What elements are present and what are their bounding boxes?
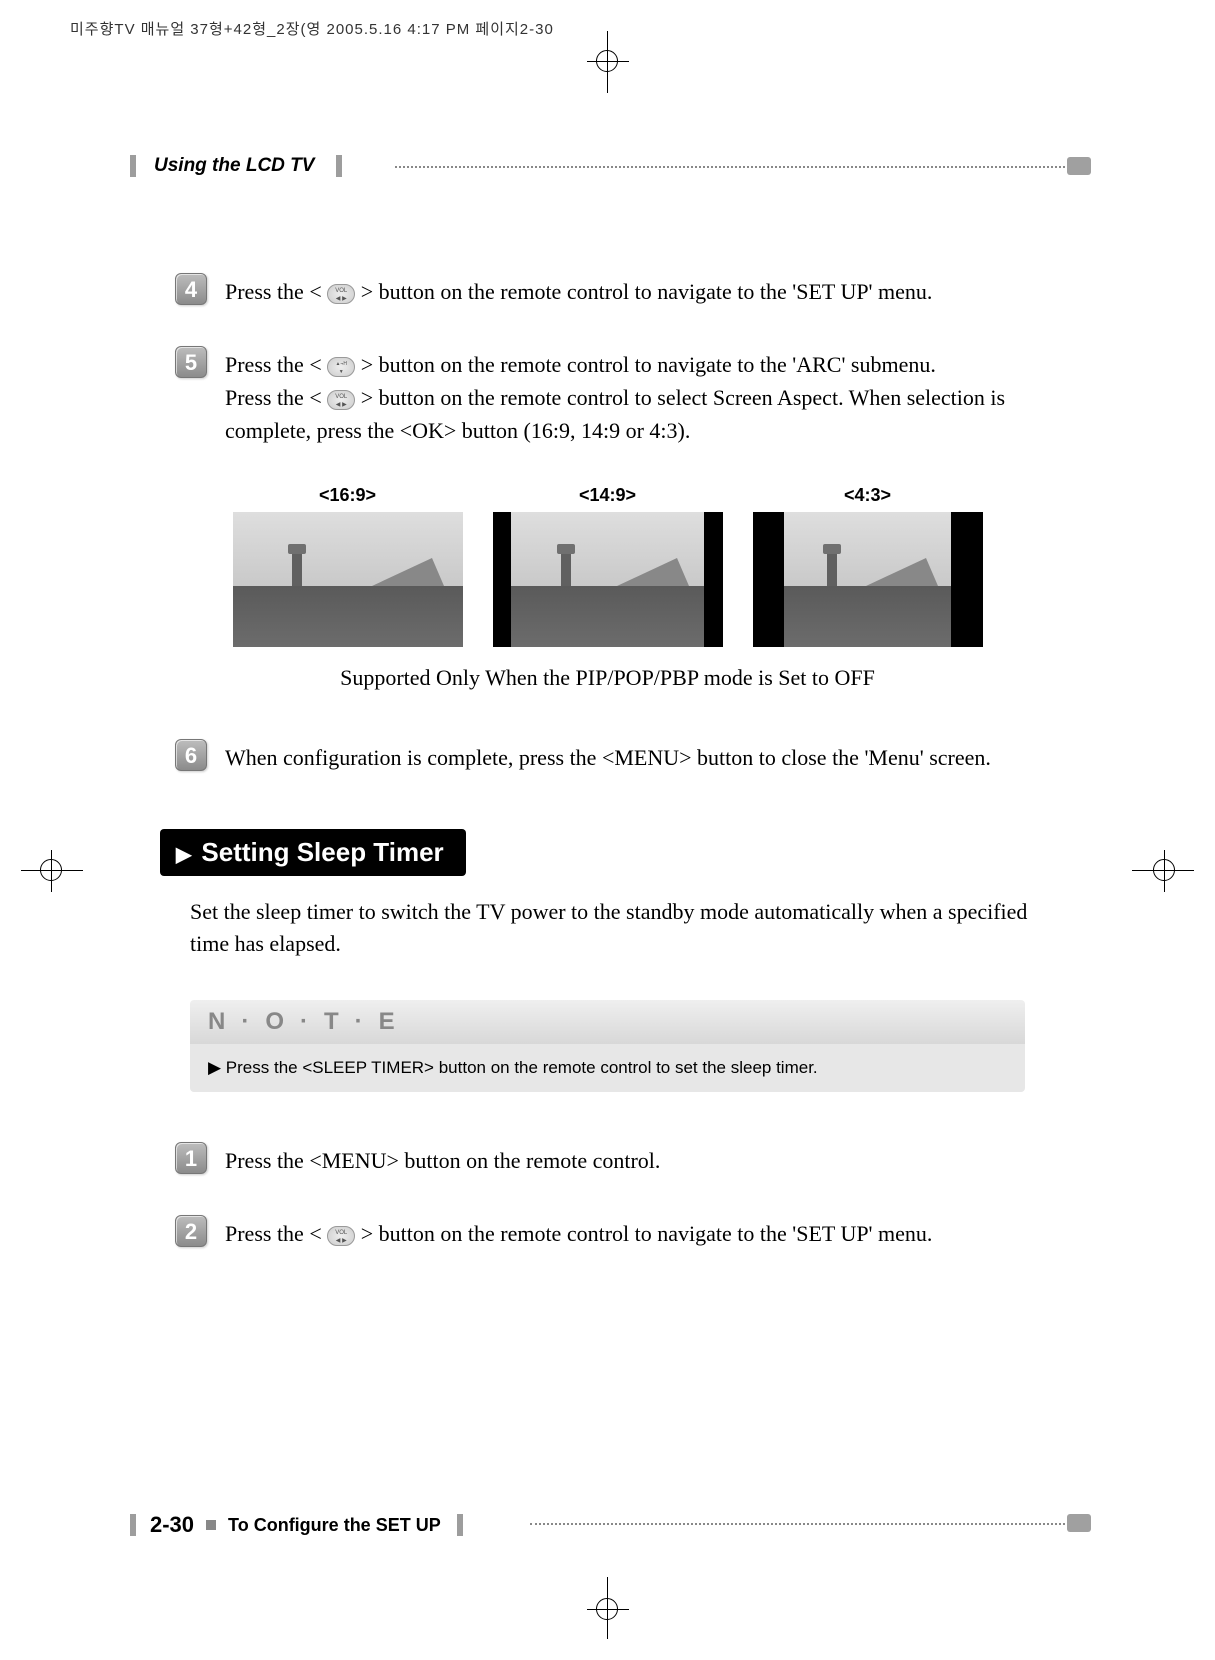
aspect-ratio-row: <16:9> <14:9> <4:3> [175, 485, 1040, 647]
crop-mark-top [596, 50, 618, 72]
step-st2-text: Press the < > button on the remote contr… [225, 1215, 932, 1250]
aspect-image-43 [753, 512, 983, 647]
vol-button-icon [327, 1226, 355, 1246]
footer-section-title: To Configure the SET UP [228, 1515, 441, 1536]
footer-page-number: 2-30 [150, 1512, 194, 1538]
step-4: 4 Press the < > button on the remote con… [130, 273, 1085, 308]
step-badge-4: 4 [175, 273, 207, 305]
step-5-text: Press the < > button on the remote contr… [225, 346, 1085, 447]
page-footer: 2-30 To Configure the SET UP [130, 1512, 1085, 1540]
step-badge-6: 6 [175, 739, 207, 771]
step-st-2: 2 Press the < > button on the remote con… [130, 1215, 1085, 1250]
sleep-timer-intro: Set the sleep timer to switch the TV pow… [130, 896, 1085, 960]
footer-dotted-line [530, 1523, 1085, 1525]
step-st1-text: Press the <MENU> button on the remote co… [225, 1142, 660, 1177]
manual-page: 미주향TV 매뉴얼 37형+42형_2장(영 2005.5.16 4:17 PM… [0, 0, 1215, 1660]
print-meta-line: 미주향TV 매뉴얼 37형+42형_2장(영 2005.5.16 4:17 PM… [70, 18, 554, 39]
header-right-bar-icon [336, 155, 342, 177]
step-st2-after: > button on the remote control to naviga… [355, 1221, 932, 1246]
aspect-image-149 [493, 512, 723, 647]
step-4-after: > button on the remote control to naviga… [355, 279, 932, 304]
footer-square-icon [206, 1520, 216, 1530]
chapter-title: Using the LCD TV [154, 155, 314, 177]
crop-mark-right [1153, 859, 1175, 881]
header-tab-icon [1067, 157, 1091, 175]
step-5-l1-before: Press the < [225, 352, 327, 377]
note-body: Press the <SLEEP TIMER> button on the re… [190, 1044, 1025, 1092]
aspect-label-169: <16:9> [233, 485, 463, 506]
footer-right-bar-icon [457, 1514, 463, 1536]
chapter-header: Using the LCD TV [130, 155, 1085, 183]
step-badge-5: 5 [175, 346, 207, 378]
footer-tab-icon [1067, 1514, 1091, 1532]
note-box: N·O·T·E Press the <SLEEP TIMER> button o… [190, 1000, 1025, 1092]
header-dotted-line [395, 166, 1085, 168]
footer-left-bar-icon [130, 1514, 136, 1536]
content-area: Using the LCD TV 4 Press the < > button … [130, 155, 1085, 1288]
header-left-bar-icon [130, 155, 136, 177]
step-st-1: 1 Press the <MENU> button on the remote … [130, 1142, 1085, 1177]
step-4-text: Press the < > button on the remote contr… [225, 273, 932, 308]
aspect-label-149: <14:9> [493, 485, 723, 506]
aspect-image-169 [233, 512, 463, 647]
step-4-before: Press the < [225, 279, 327, 304]
aspect-4-3: <4:3> [753, 485, 983, 647]
step-5-l2-before: Press the < [225, 385, 327, 410]
aspect-14-9: <14:9> [493, 485, 723, 647]
crop-mark-left [40, 859, 62, 881]
step-st2-before: Press the < [225, 1221, 327, 1246]
vol-button-icon [327, 390, 355, 410]
aspect-label-43: <4:3> [753, 485, 983, 506]
step-5-l1-after: > button on the remote control to naviga… [355, 352, 936, 377]
step-6-text: When configuration is complete, press th… [225, 739, 991, 774]
note-head: N·O·T·E [190, 1000, 1025, 1044]
section-heading-sleep-timer: Setting Sleep Timer [160, 829, 466, 876]
step-6: 6 When configuration is complete, press … [130, 739, 1085, 774]
vol-button-icon [327, 284, 355, 304]
pip-support-note: Supported Only When the PIP/POP/PBP mode… [130, 665, 1085, 691]
crop-mark-bottom [596, 1598, 618, 1620]
step-badge-st2: 2 [175, 1215, 207, 1247]
aspect-16-9: <16:9> [233, 485, 463, 647]
step-5: 5 Press the < > button on the remote con… [130, 346, 1085, 447]
step-badge-st1: 1 [175, 1142, 207, 1174]
ch-button-icon [327, 357, 355, 377]
